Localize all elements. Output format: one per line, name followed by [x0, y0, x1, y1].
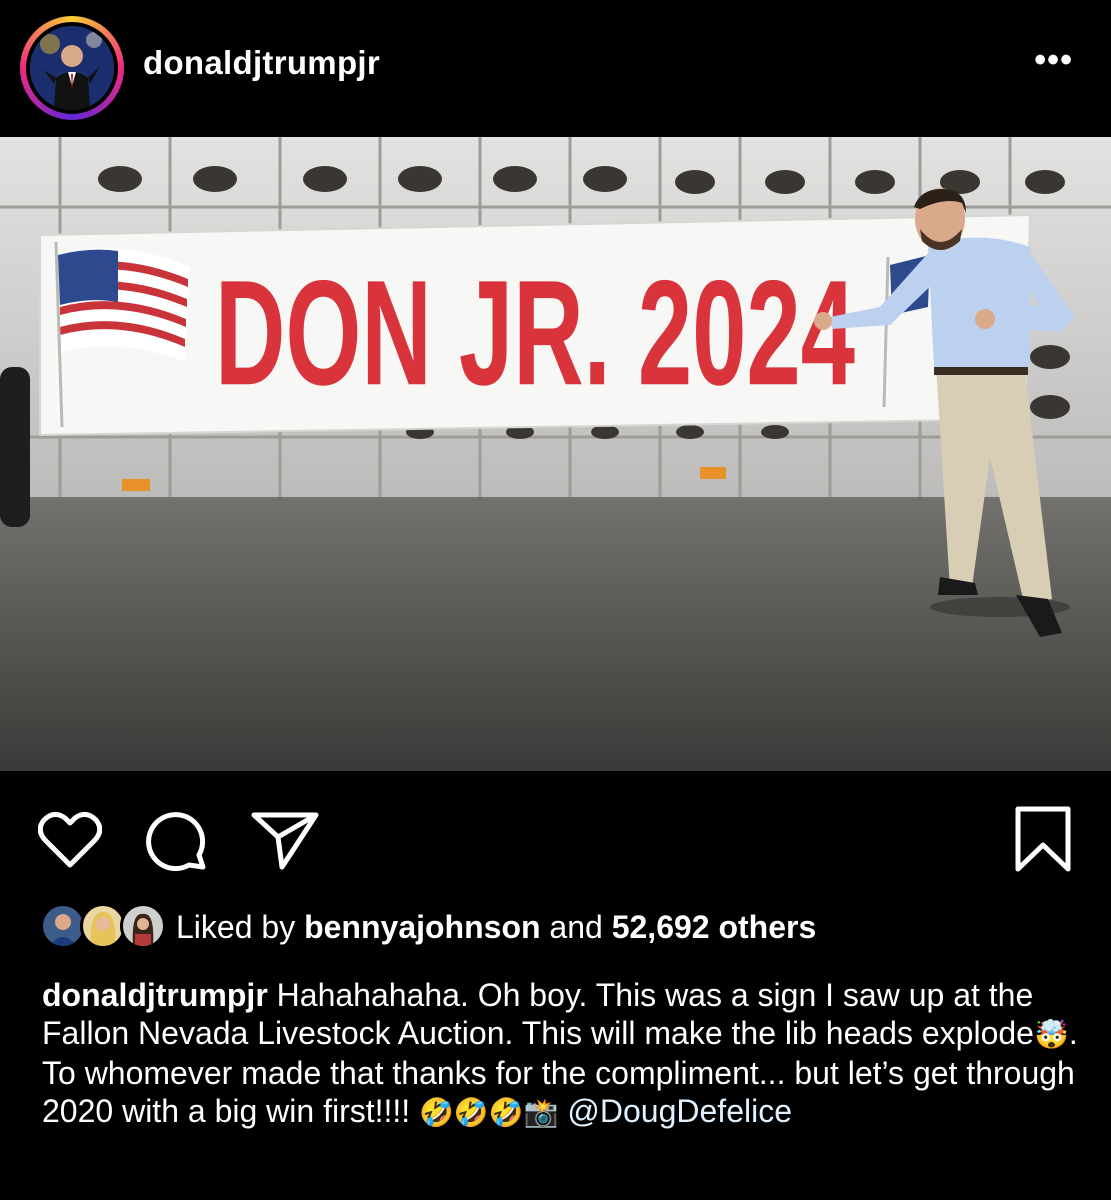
post-header: donaldjtrumpjr ••• [0, 0, 1111, 137]
likes-summary[interactable]: Liked by bennyajohnson and 52,692 others [176, 909, 816, 946]
liked-by-and: and [549, 909, 603, 945]
post-photo[interactable]: DON JR. 2024 [0, 137, 1111, 771]
story-ring[interactable] [20, 16, 124, 120]
banner-text: DON JR. 2024 [215, 249, 855, 417]
avatar [120, 903, 166, 949]
avatar[interactable] [26, 22, 118, 114]
liker-avatars[interactable] [40, 903, 168, 949]
liked-by-user[interactable]: bennyajohnson [304, 909, 540, 945]
mention-link[interactable]: @DougDefelice [567, 1093, 792, 1129]
comment-icon[interactable] [145, 809, 209, 871]
laughing-camera-emojis: 🤣🤣🤣📸 [419, 1097, 559, 1128]
post-caption: donaldjtrumpjr Hahahahaha. Oh boy. This … [42, 976, 1082, 1132]
caption-username[interactable]: donaldjtrumpjr [42, 977, 268, 1013]
more-options-button[interactable]: ••• [1034, 43, 1073, 77]
share-icon[interactable] [250, 809, 320, 871]
like-count[interactable]: 52,692 others [612, 909, 817, 945]
bookmark-icon[interactable] [1012, 805, 1074, 873]
liked-by-label: Liked by [176, 909, 296, 945]
action-bar [0, 771, 1111, 891]
post-username[interactable]: donaldjtrumpjr [143, 44, 380, 82]
likes-row: Liked by bennyajohnson and 52,692 others [0, 895, 1111, 957]
exploding-head-emoji: 🤯 [1033, 1019, 1069, 1050]
heart-icon[interactable] [38, 811, 102, 869]
